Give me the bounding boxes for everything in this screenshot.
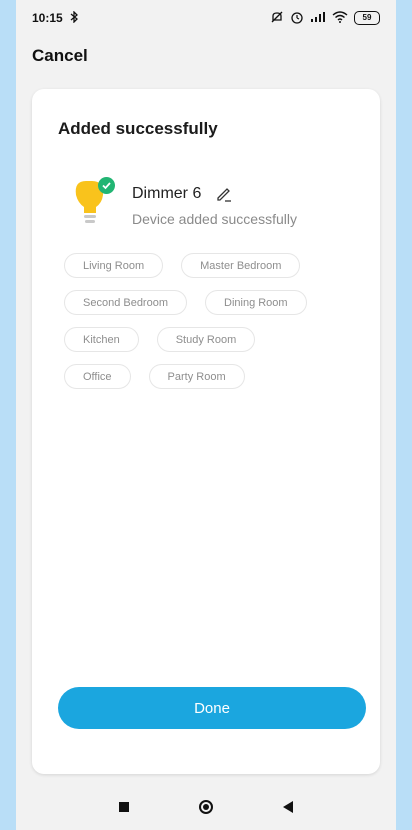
room-chip-master-bedroom[interactable]: Master Bedroom: [181, 253, 301, 278]
room-chip-study-room[interactable]: Study Room: [156, 327, 256, 352]
status-time: 10:15: [32, 11, 63, 25]
status-left: 10:15: [32, 9, 79, 26]
room-row: Kitchen Study Room: [64, 327, 374, 352]
alarm-icon: [290, 10, 304, 27]
phone-screen: 10:15 59 Cancel Added successfully Dimme…: [16, 0, 396, 830]
result-card: Added successfully Dimmer 6 Device added…: [32, 89, 380, 774]
room-chip-party-room[interactable]: Party Room: [148, 364, 245, 389]
status-bar: 10:15 59: [16, 0, 396, 36]
bluetooth-icon: [69, 9, 79, 26]
recents-button-icon[interactable]: [119, 801, 129, 812]
signal-icon: [310, 11, 326, 26]
device-subtitle: Device added successfully: [132, 211, 297, 227]
mute-icon: [270, 10, 284, 27]
done-button[interactable]: Done: [58, 687, 366, 729]
check-icon: [98, 177, 115, 194]
card-title: Added successfully: [58, 119, 218, 138]
room-chip-living-room[interactable]: Living Room: [64, 253, 164, 278]
wifi-icon: [332, 10, 348, 26]
home-button-icon[interactable]: [199, 799, 213, 814]
battery-level: 59: [362, 13, 372, 22]
room-chip-office[interactable]: Office: [64, 364, 131, 389]
device-name: Dimmer 6: [132, 185, 202, 202]
cancel-button[interactable]: Cancel: [32, 46, 88, 66]
room-row: Second Bedroom Dining Room: [64, 290, 374, 315]
battery-icon: 59: [354, 11, 380, 25]
room-row: Living Room Master Bedroom: [64, 253, 374, 278]
room-chip-kitchen[interactable]: Kitchen: [64, 327, 139, 352]
room-list: Living Room Master Bedroom Second Bedroo…: [64, 253, 374, 401]
status-right: 59: [270, 10, 380, 27]
room-chip-second-bedroom[interactable]: Second Bedroom: [64, 290, 187, 315]
back-button-icon[interactable]: [283, 800, 293, 813]
room-chip-dining-room[interactable]: Dining Room: [205, 290, 307, 315]
room-row: Office Party Room: [64, 364, 374, 389]
system-nav-bar: [16, 783, 396, 830]
edit-icon[interactable]: [215, 185, 233, 203]
